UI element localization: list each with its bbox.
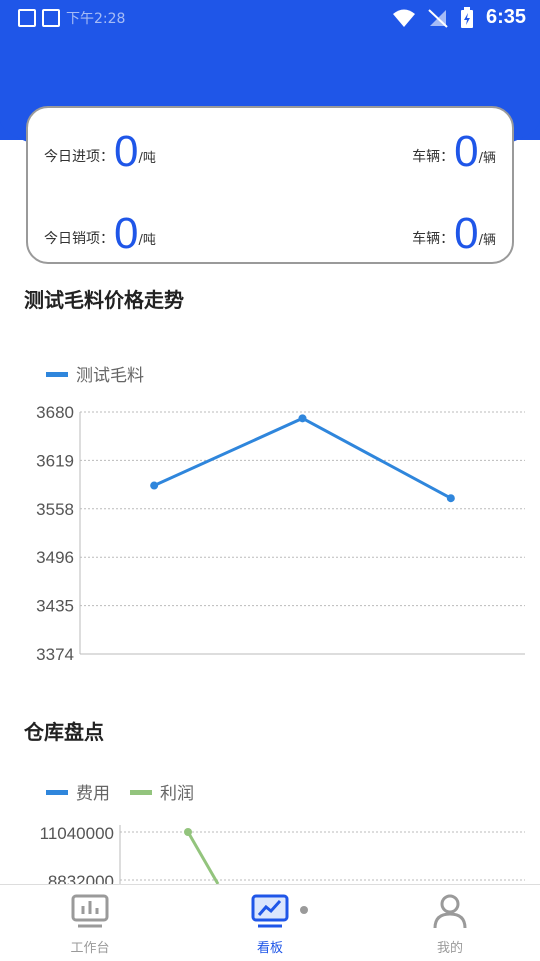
incoming-row: 今日进项： 0 /吨 车辆： 0 /辆 <box>28 130 512 180</box>
data-point <box>184 828 192 836</box>
y-tick-label: 11040000 <box>40 824 114 843</box>
summary-card: 今日进项： 0 /吨 车辆： 0 /辆 今日销项： 0 /吨 车辆： 0 /辆 <box>26 106 514 264</box>
outgoing-label: 今日销项： <box>44 231 114 247</box>
outgoing-vehicle-unit: /辆 <box>478 233 496 248</box>
legend-swatch <box>46 790 68 795</box>
series-line <box>153 416 452 500</box>
y-tick-label: 3374 <box>36 645 74 664</box>
outgoing-vehicle-value: 0 <box>454 209 479 258</box>
incoming-vehicles: 车辆： 0 /辆 <box>412 130 496 174</box>
status-left: 下午2:28 <box>18 8 125 28</box>
series-line <box>186 831 220 884</box>
tab-dashboard[interactable]: 看板 <box>210 893 330 956</box>
inventory-line-chart: 费用 利润 11040000 8832000 <box>40 784 525 884</box>
incoming-unit: /吨 <box>138 151 156 166</box>
y-tick-label: 3680 <box>36 403 74 422</box>
y-tick-label: 3435 <box>36 597 74 616</box>
data-point <box>150 481 159 490</box>
status-time: 6:35 <box>485 6 526 28</box>
status-bar: 下午2:28 6:35 <box>0 0 540 36</box>
outgoing-tonnage: 今日销项： 0 /吨 <box>44 212 156 256</box>
data-point <box>298 414 307 423</box>
inventory-section-title: 仓库盘点 <box>24 720 104 744</box>
outgoing-value: 0 <box>114 209 139 258</box>
data-point <box>446 494 455 503</box>
price-line-chart: 测试毛料 3374 3435 3496 3558 3619 3680 <box>36 366 525 664</box>
y-tick-label: 3619 <box>36 451 74 470</box>
status-left-text: 下午2:28 <box>66 11 126 27</box>
app-notification-icon <box>42 9 60 27</box>
dashboard-trend-icon <box>251 894 289 928</box>
y-tick-label: 3496 <box>36 548 74 567</box>
tab-mine[interactable]: 我的 <box>390 893 510 956</box>
tab-workbench-label: 工作台 <box>70 941 110 956</box>
wifi-icon <box>392 9 415 27</box>
legend-swatch <box>46 372 68 377</box>
outgoing-row: 今日销项： 0 /吨 车辆： 0 /辆 <box>28 212 512 262</box>
outgoing-unit: /吨 <box>138 233 156 248</box>
tab-dashboard-label: 看板 <box>256 941 283 956</box>
pager-dot <box>300 906 308 914</box>
legend-label: 测试毛料 <box>76 366 144 386</box>
incoming-tonnage: 今日进项： 0 /吨 <box>44 130 156 174</box>
outgoing-vehicles: 车辆： 0 /辆 <box>412 212 496 256</box>
tab-mine-label: 我的 <box>436 941 463 956</box>
signal-icon <box>428 8 448 28</box>
incoming-vehicle-unit: /辆 <box>478 151 496 166</box>
tab-workbench[interactable]: 工作台 <box>30 893 150 956</box>
user-profile-icon <box>433 894 467 929</box>
incoming-vehicle-label: 车辆： <box>412 149 455 165</box>
incoming-value: 0 <box>114 127 139 176</box>
incoming-vehicle-value: 0 <box>454 127 479 176</box>
outgoing-vehicle-label: 车辆： <box>412 231 455 247</box>
legend-swatch <box>130 790 152 795</box>
image-notification-icon <box>18 9 36 27</box>
incoming-label: 今日进项： <box>44 149 114 165</box>
legend-label: 利润 <box>160 784 194 804</box>
y-tick-label: 8832000 <box>48 872 114 884</box>
workbench-chart-icon <box>71 894 109 928</box>
legend-label: 费用 <box>76 784 110 804</box>
battery-icon <box>460 6 473 28</box>
y-tick-label: 3558 <box>36 500 74 519</box>
status-right: 6:35 <box>392 6 526 29</box>
price-section-title: 测试毛料价格走势 <box>24 288 184 312</box>
bottom-tab-bar: 工作台 看板 我的 <box>0 884 540 961</box>
